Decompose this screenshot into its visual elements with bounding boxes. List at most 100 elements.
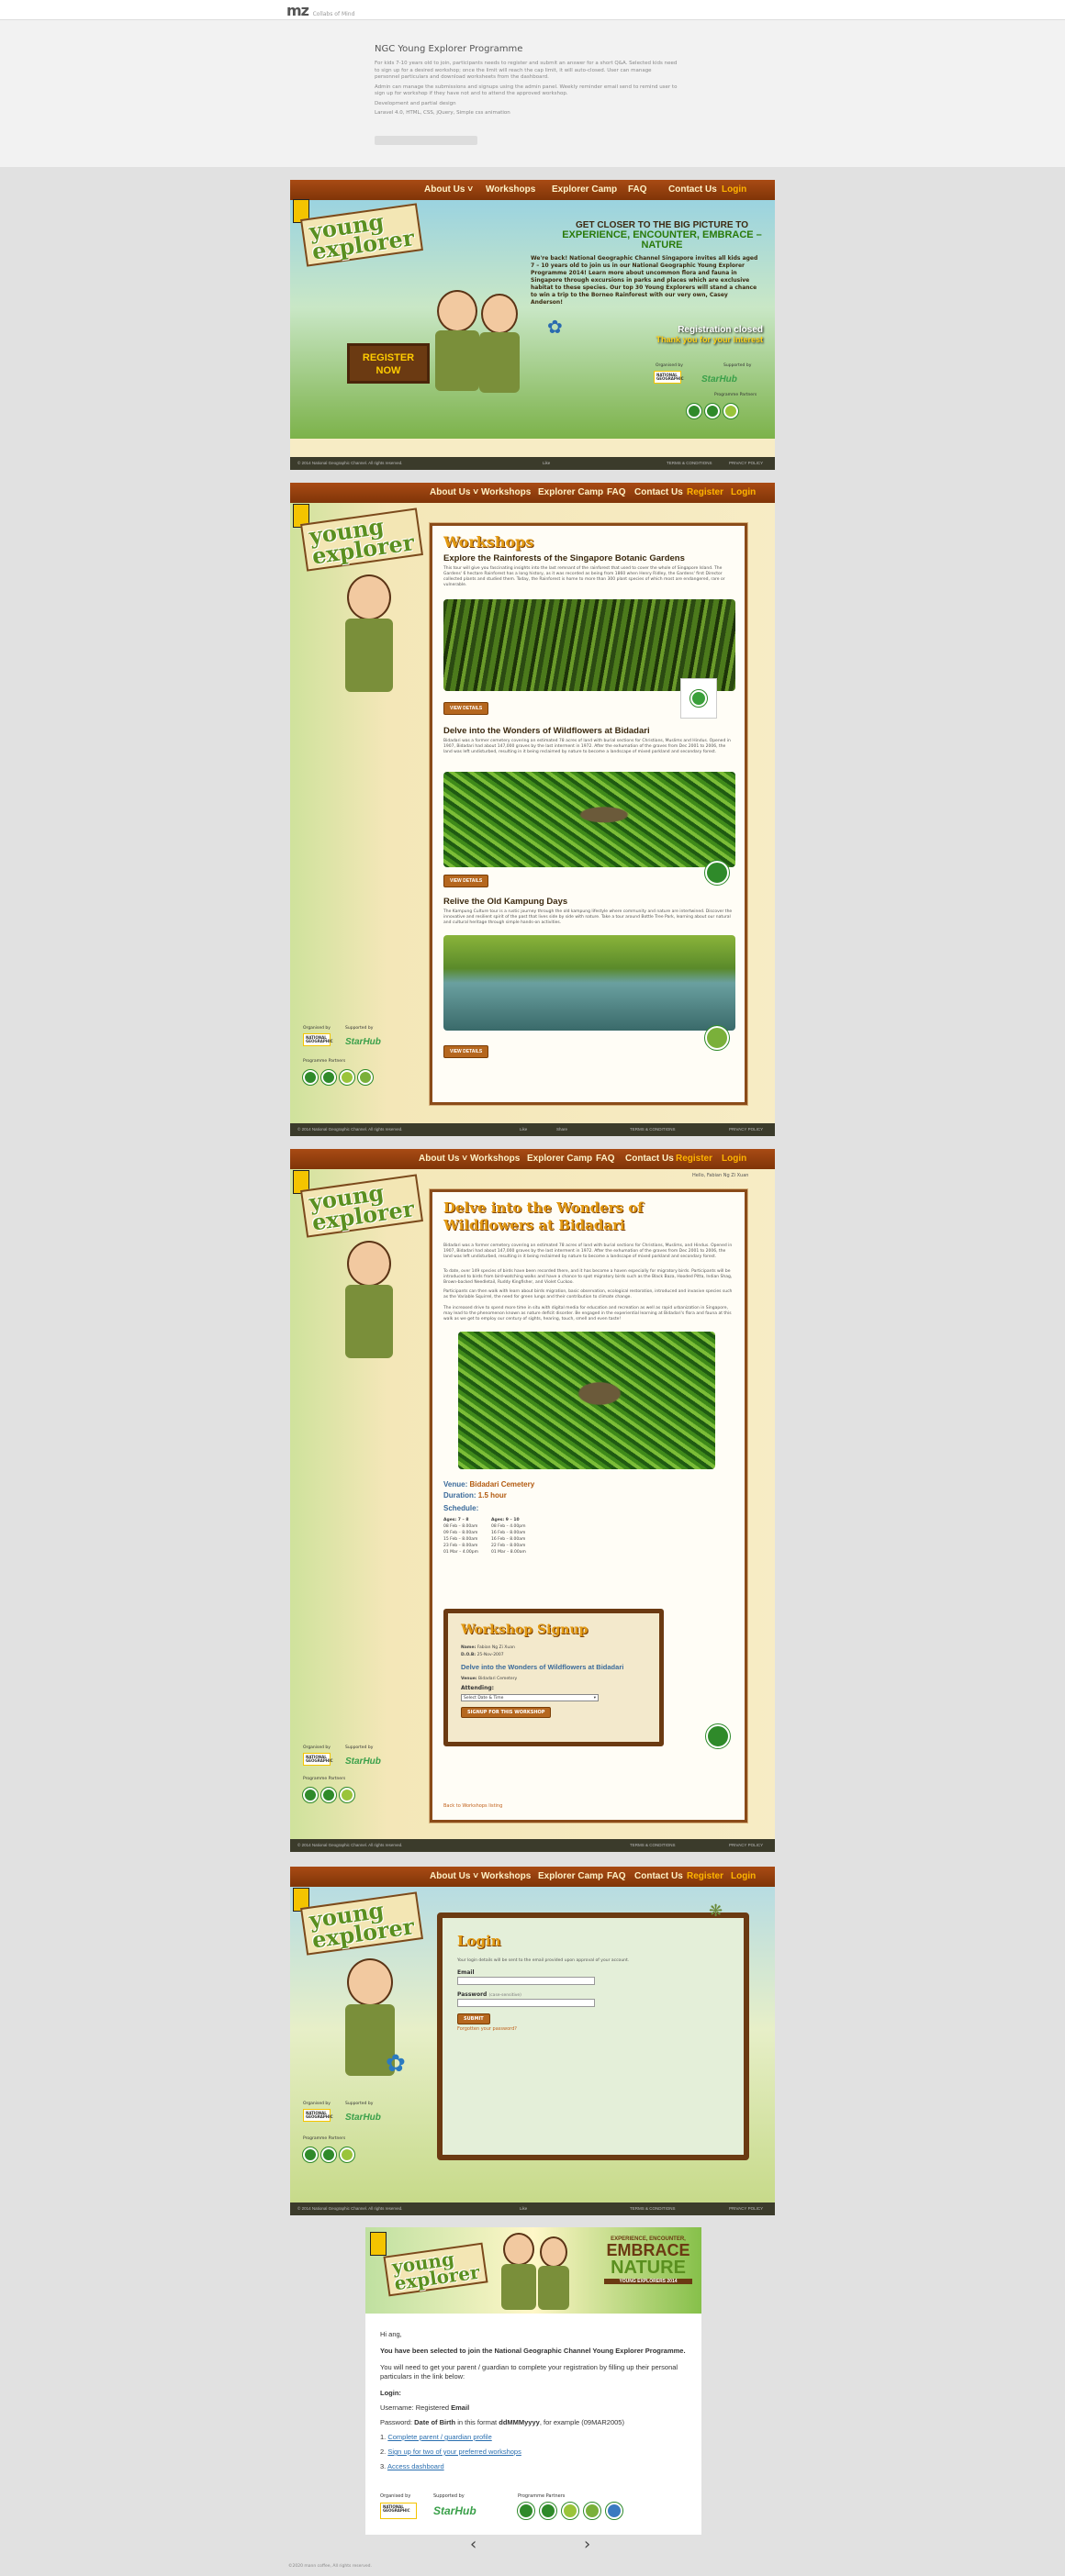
partner-logo-4 bbox=[357, 1069, 374, 1086]
password-field[interactable] bbox=[457, 1999, 595, 2007]
login-submit-button[interactable]: SUBMIT bbox=[457, 2013, 490, 2024]
supported-by-label: Supported by bbox=[345, 1026, 374, 1031]
footer-terms-link[interactable]: TERMS & CONDITIONS bbox=[630, 1127, 676, 1132]
ngc-sponsor-logo: NATIONAL GEOGRAPHIC bbox=[380, 2503, 417, 2519]
nav-workshops[interactable]: Workshops bbox=[481, 487, 531, 497]
footer-privacy-link[interactable]: PRIVACY POLICY bbox=[729, 1843, 763, 1847]
partner-logo-2 bbox=[320, 2147, 337, 2163]
signup-heading: Workshop Signup bbox=[461, 1623, 589, 1637]
nav-login[interactable]: Login bbox=[722, 1154, 746, 1164]
partner-logo-1 bbox=[302, 2147, 319, 2163]
footer-copyright: © 2014 National Geographic Channel. All … bbox=[297, 461, 403, 465]
footer-privacy-link[interactable]: PRIVACY POLICY bbox=[729, 461, 763, 465]
access-dashboard-link[interactable]: Access dashboard bbox=[387, 2462, 444, 2470]
footer-terms-link[interactable]: TERMS & CONDITIONS bbox=[630, 2206, 676, 2211]
complete-profile-link[interactable]: Complete parent / guardian profile bbox=[387, 2433, 491, 2441]
nav-login[interactable]: Login bbox=[731, 487, 756, 497]
nav-explorer-camp[interactable]: Explorer Camp bbox=[527, 1154, 592, 1164]
register-now-sign[interactable]: REGISTER NOW bbox=[347, 343, 430, 384]
partner-logo-3 bbox=[339, 2147, 355, 2163]
girl-character-body bbox=[538, 2266, 569, 2310]
footer-privacy-link[interactable]: PRIVACY POLICY bbox=[729, 1127, 763, 1132]
view-details-button-1[interactable]: VIEW DETAILS bbox=[443, 702, 489, 715]
nav-about[interactable]: About Us ˅ bbox=[424, 184, 473, 195]
nav-about[interactable]: About Us ˅ bbox=[430, 1871, 478, 1881]
footer-privacy-link[interactable]: PRIVACY POLICY bbox=[729, 2206, 763, 2211]
footer-terms-link[interactable]: TERMS & CONDITIONS bbox=[667, 461, 712, 465]
partner-logo-2 bbox=[320, 1787, 337, 1803]
home-screenshot: About Us ˅ Workshops Explorer Camp FAQ C… bbox=[290, 180, 775, 470]
schedule-label: Schedule: bbox=[443, 1504, 479, 1512]
nav-contact[interactable]: Contact Us bbox=[634, 1871, 683, 1881]
organised-by-label: Organised by bbox=[303, 1026, 331, 1031]
nav-register[interactable]: Register bbox=[687, 1871, 723, 1881]
project-role: Development and partial design bbox=[375, 100, 456, 106]
nav-faq[interactable]: FAQ bbox=[628, 184, 647, 195]
footer-terms-link[interactable]: TERMS & CONDITIONS bbox=[630, 1843, 676, 1847]
next-arrow-icon[interactable]: › bbox=[584, 2535, 590, 2554]
partner-logo-1 bbox=[517, 2502, 535, 2520]
nav-workshops[interactable]: Workshops bbox=[486, 184, 535, 195]
view-details-button-3[interactable]: VIEW DETAILS bbox=[443, 1045, 489, 1058]
nav-workshops[interactable]: Workshops bbox=[470, 1154, 520, 1164]
workshops-content: Workshops Explore the Rainforests of the… bbox=[429, 522, 748, 1106]
girl-character-body bbox=[479, 332, 520, 393]
email-label: Email bbox=[457, 1969, 475, 1976]
footer-copyright: © 2014 National Geographic Channel. All … bbox=[297, 1127, 403, 1132]
nav-faq[interactable]: FAQ bbox=[596, 1154, 615, 1164]
boy-character-head bbox=[503, 2233, 534, 2266]
footer-like-button[interactable]: Like bbox=[520, 1127, 527, 1132]
girl-character-head bbox=[481, 294, 518, 334]
nav-register[interactable]: Register bbox=[687, 487, 723, 497]
view-details-button-2[interactable]: VIEW DETAILS bbox=[443, 875, 489, 887]
previous-arrow-icon[interactable]: ‹ bbox=[470, 2535, 476, 2554]
signup-name: Name: Fabian Ng Zi Xuan bbox=[461, 1645, 515, 1650]
girl-character-head bbox=[540, 2236, 567, 2268]
email-login-label: Login: bbox=[380, 2389, 401, 2397]
login-screenshot: About Us ˅ Workshops Explorer Camp FAQ C… bbox=[290, 1867, 775, 2215]
partner-logo-3 bbox=[561, 2502, 579, 2520]
nav-explorer-camp[interactable]: Explorer Camp bbox=[538, 487, 603, 497]
detail-para-1: Bidadari was a former cemetery covering … bbox=[443, 1243, 733, 1259]
nav-faq[interactable]: FAQ bbox=[607, 487, 626, 497]
nav-about[interactable]: About Us ˅ bbox=[430, 487, 478, 497]
ngc-logo bbox=[370, 2232, 387, 2256]
password-label: Password (case-sensitive) bbox=[457, 1991, 521, 1998]
organised-by-label: Organised by bbox=[303, 2102, 331, 2106]
signup-workshops-link[interactable]: Sign up for two of your preferred worksh… bbox=[387, 2448, 521, 2456]
nav-workshops[interactable]: Workshops bbox=[481, 1871, 531, 1881]
footer-like-button[interactable]: Like bbox=[543, 461, 550, 465]
nav-explorer-camp[interactable]: Explorer Camp bbox=[552, 184, 617, 195]
nav-register[interactable]: Register bbox=[676, 1154, 712, 1164]
nav-about[interactable]: About Us ˅ bbox=[419, 1154, 467, 1164]
signup-venue: Venue: Bidadari Cemetery bbox=[461, 1677, 518, 1681]
nav-contact[interactable]: Contact Us bbox=[625, 1154, 674, 1164]
partners-label: Programme Partners bbox=[303, 1777, 346, 1781]
footer-like-button[interactable]: Like bbox=[520, 2206, 527, 2211]
nav-bar: About Us ˅ Workshops Explorer Camp FAQ C… bbox=[290, 1867, 775, 1887]
workshops-heading: Workshops bbox=[443, 533, 534, 551]
project-visit-button[interactable] bbox=[375, 136, 477, 145]
description-para-2: Admin can manage the submissions and sig… bbox=[375, 84, 678, 97]
site-logo[interactable]: mz Collabs of Mind bbox=[286, 2, 354, 19]
nav-contact[interactable]: Contact Us bbox=[634, 487, 683, 497]
nav-bar: About Us ˅ Workshops Explorer Camp FAQ C… bbox=[290, 180, 775, 200]
footer: © 2014 National Geographic Channel. All … bbox=[290, 2202, 775, 2215]
nav-explorer-camp[interactable]: Explorer Camp bbox=[538, 1871, 603, 1881]
email-step-3: 3. Access dashboard bbox=[380, 2462, 444, 2470]
footer-share-button[interactable]: Share bbox=[556, 1127, 567, 1132]
partner-logo-3 bbox=[339, 1787, 355, 1803]
date-time-select[interactable]: Select Date & Time ▾ bbox=[461, 1694, 599, 1701]
ngc-sponsor-logo: NATIONAL GEOGRAPHIC bbox=[303, 1033, 333, 1046]
signup-workshop-button[interactable]: SIGNUP FOR THIS WORKSHOP bbox=[461, 1707, 552, 1718]
nav-faq[interactable]: FAQ bbox=[607, 1871, 626, 1881]
forgot-password-link[interactable]: Forgotten your password? bbox=[457, 2026, 517, 2032]
email-field[interactable] bbox=[457, 1977, 595, 1985]
boy-character-body bbox=[435, 330, 479, 391]
nav-login[interactable]: Login bbox=[731, 1871, 756, 1881]
nature-society-badge bbox=[705, 1723, 731, 1749]
workshop-desc-3: The Kampung Culture tour is a rustic jou… bbox=[443, 909, 733, 925]
nav-login[interactable]: Login bbox=[722, 184, 746, 195]
back-to-workshops-link[interactable]: Back to Workshops listing bbox=[443, 1803, 502, 1809]
nav-contact[interactable]: Contact Us bbox=[668, 184, 717, 195]
